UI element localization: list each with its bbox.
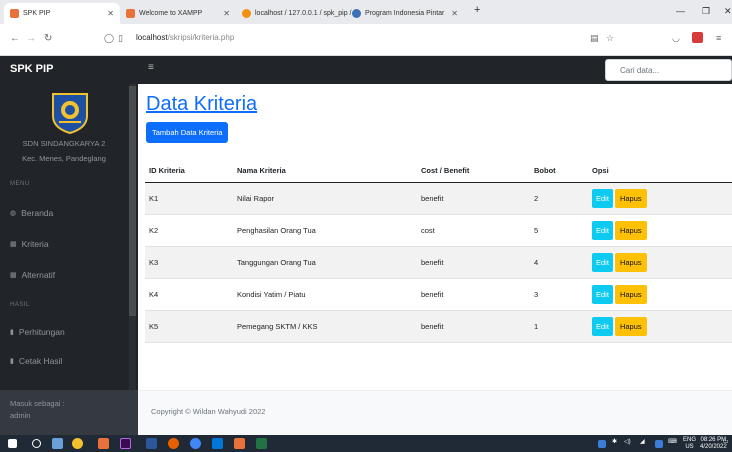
table-row: K2 Penghasilan Orang Tua cost 5 Edit Hapu… xyxy=(145,214,732,247)
xampp-control-icon[interactable] xyxy=(234,438,245,449)
top-navbar: SPK PIP ≡ xyxy=(0,56,732,84)
sidebar-toggle-icon[interactable]: ≡ xyxy=(148,62,154,73)
col-tipe: Cost / Benefit xyxy=(417,159,530,183)
search-icon[interactable] xyxy=(32,439,41,448)
task-view-icon[interactable] xyxy=(52,438,63,449)
sidebar-item-beranda[interactable]: ◍ Beranda xyxy=(10,208,53,218)
bluetooth-icon[interactable]: ✱ xyxy=(612,439,617,446)
notification-icon[interactable]: ▭ xyxy=(723,439,729,446)
reload-icon[interactable]: ↻ xyxy=(44,33,52,44)
sidebar-scroll-thumb[interactable] xyxy=(129,86,136,316)
phpmyadmin-favicon-icon xyxy=(242,9,251,18)
col-opsi: Opsi xyxy=(588,159,732,183)
copyright-text: Copyright © Wildan Wahyudi 2022 xyxy=(151,407,266,416)
page-footer: Copyright © Wildan Wahyudi 2022 xyxy=(138,390,732,435)
reader-view-icon[interactable]: ▤ xyxy=(590,33,599,44)
close-tab-icon[interactable]: ✕ xyxy=(223,9,230,18)
delete-button[interactable]: Hapus xyxy=(614,220,647,240)
logged-in-user: admin xyxy=(10,411,31,420)
network-icon[interactable]: ◢ xyxy=(640,439,645,446)
section-hasil: HASIL xyxy=(10,302,30,308)
table-icon: ▦ xyxy=(10,241,17,248)
app-icon[interactable] xyxy=(72,438,83,449)
minimize-icon[interactable]: — xyxy=(676,6,685,16)
language-indicator[interactable]: ENG US xyxy=(683,437,696,451)
sidebar-item-perhitungan[interactable]: ▮ Perhitungan xyxy=(10,327,65,337)
school-location: Kec. Menes, Pandeglang xyxy=(22,154,106,163)
section-menu: MENU xyxy=(10,181,30,187)
col-nama: Nama Kriteria xyxy=(233,159,417,183)
xampp-icon[interactable] xyxy=(98,438,109,449)
tab-pip[interactable]: Program Indonesia Pintar ✕ xyxy=(346,3,464,24)
vscode-icon[interactable] xyxy=(212,438,223,449)
table-icon: ▦ xyxy=(10,272,17,279)
sidebar-item-kriteria[interactable]: ▦ Kriteria xyxy=(10,239,49,249)
new-tab-icon[interactable]: + xyxy=(474,4,480,16)
edit-button[interactable]: Edit xyxy=(592,252,613,272)
delete-button[interactable]: Hapus xyxy=(614,284,647,304)
add-criteria-button[interactable]: Tambah Data Kriteria xyxy=(146,122,229,143)
menu-icon[interactable]: ≡ xyxy=(716,33,721,43)
close-tab-icon[interactable]: ✕ xyxy=(451,9,458,18)
table-header-row: ID Kriteria Nama Kriteria Cost / Benefit… xyxy=(145,159,732,183)
word-icon[interactable] xyxy=(146,438,157,449)
chrome-icon[interactable] xyxy=(190,438,201,449)
url-field[interactable]: localhost/skripsi/kriteria.php xyxy=(136,33,234,42)
delete-button[interactable]: Hapus xyxy=(614,316,647,336)
pip-favicon-icon xyxy=(352,9,361,18)
school-name: SDN SINDANGKARYA 2 xyxy=(22,139,106,148)
close-window-icon[interactable]: ✕ xyxy=(724,6,732,17)
page-title[interactable]: Data Kriteria xyxy=(146,93,257,116)
school-logo xyxy=(52,93,88,134)
col-bobot: Bobot xyxy=(530,159,588,183)
delete-button[interactable]: Hapus xyxy=(614,188,647,208)
criteria-table: ID Kriteria Nama Kriteria Cost / Benefit… xyxy=(145,159,732,343)
windows-taskbar: ✱ ◁) ◢ ⌨ ENG US 08:26 PM 4/20/2022 ▭ xyxy=(0,435,732,452)
col-id: ID Kriteria xyxy=(145,159,233,183)
close-tab-icon[interactable]: ✕ xyxy=(107,9,114,18)
table-row: K4 Kondisi Yatim / Piatu benefit 3 Edit H… xyxy=(145,278,732,311)
sidebar-footer: Masuk sebagai : admin xyxy=(0,390,138,435)
volume-icon[interactable]: ◁) xyxy=(624,439,631,446)
photoshop-icon[interactable] xyxy=(120,438,131,449)
dashboard-icon: ◍ xyxy=(10,210,17,217)
xampp-favicon-icon xyxy=(126,9,135,18)
tab-spk-pip[interactable]: SPK PIP ✕ xyxy=(4,3,120,24)
table-row: K1 Nilai Rapor benefit 2 Edit Hapus xyxy=(145,182,732,215)
main-content: Data Kriteria Tambah Data Kriteria ID Kr… xyxy=(138,84,732,435)
back-icon[interactable]: ← xyxy=(10,33,20,44)
shield-icon[interactable]: ◯ xyxy=(104,33,114,44)
table-row: K5 Pemegang SKTM / KKS benefit 1 Edit Hap… xyxy=(145,310,732,343)
pocket-icon[interactable]: ◡ xyxy=(672,33,680,44)
tab-phpmyadmin[interactable]: localhost / 127.0.0.1 / spk_pip / × xyxy=(236,3,358,24)
sidebar: SDN SINDANGKARYA 2 Kec. Menes, Pandeglan… xyxy=(0,84,138,435)
edit-button[interactable]: Edit xyxy=(592,220,613,240)
sidebar-item-alternatif[interactable]: ▦ Alternatif xyxy=(10,270,55,280)
tray-app-icon[interactable] xyxy=(598,440,606,448)
xampp-favicon-icon xyxy=(10,9,19,18)
extension-icon[interactable] xyxy=(692,32,703,43)
firefox-icon[interactable] xyxy=(168,438,179,449)
edit-button[interactable]: Edit xyxy=(592,284,613,304)
excel-icon[interactable] xyxy=(256,438,267,449)
delete-button[interactable]: Hapus xyxy=(614,252,647,272)
sidebar-item-cetak-hasil[interactable]: ▮ Cetak Hasil xyxy=(10,356,62,366)
maximize-icon[interactable]: ❐ xyxy=(702,6,710,17)
chart-icon: ▮ xyxy=(10,329,14,336)
browser-tab-strip: SPK PIP ✕ Welcome to XAMPP ✕ localhost /… xyxy=(0,0,732,24)
tray-onedrive-icon[interactable] xyxy=(655,440,663,448)
input-icon[interactable]: ⌨ xyxy=(668,439,677,446)
address-bar: ← → ↻ ◯ ▯ localhost/skripsi/kriteria.php… xyxy=(0,24,732,56)
chart-icon: ▮ xyxy=(10,358,14,365)
brand-title[interactable]: SPK PIP xyxy=(10,63,53,75)
edit-button[interactable]: Edit xyxy=(592,316,613,336)
table-row: K3 Tanggungan Orang Tua benefit 4 Edit Ha… xyxy=(145,246,732,279)
edit-button[interactable]: Edit xyxy=(592,188,613,208)
page-icon[interactable]: ▯ xyxy=(118,33,123,44)
forward-icon[interactable]: → xyxy=(26,33,36,44)
search-input[interactable] xyxy=(605,59,732,81)
bookmark-star-icon[interactable]: ☆ xyxy=(606,33,614,44)
start-icon[interactable] xyxy=(8,439,17,448)
tab-xampp[interactable]: Welcome to XAMPP ✕ xyxy=(120,3,236,24)
